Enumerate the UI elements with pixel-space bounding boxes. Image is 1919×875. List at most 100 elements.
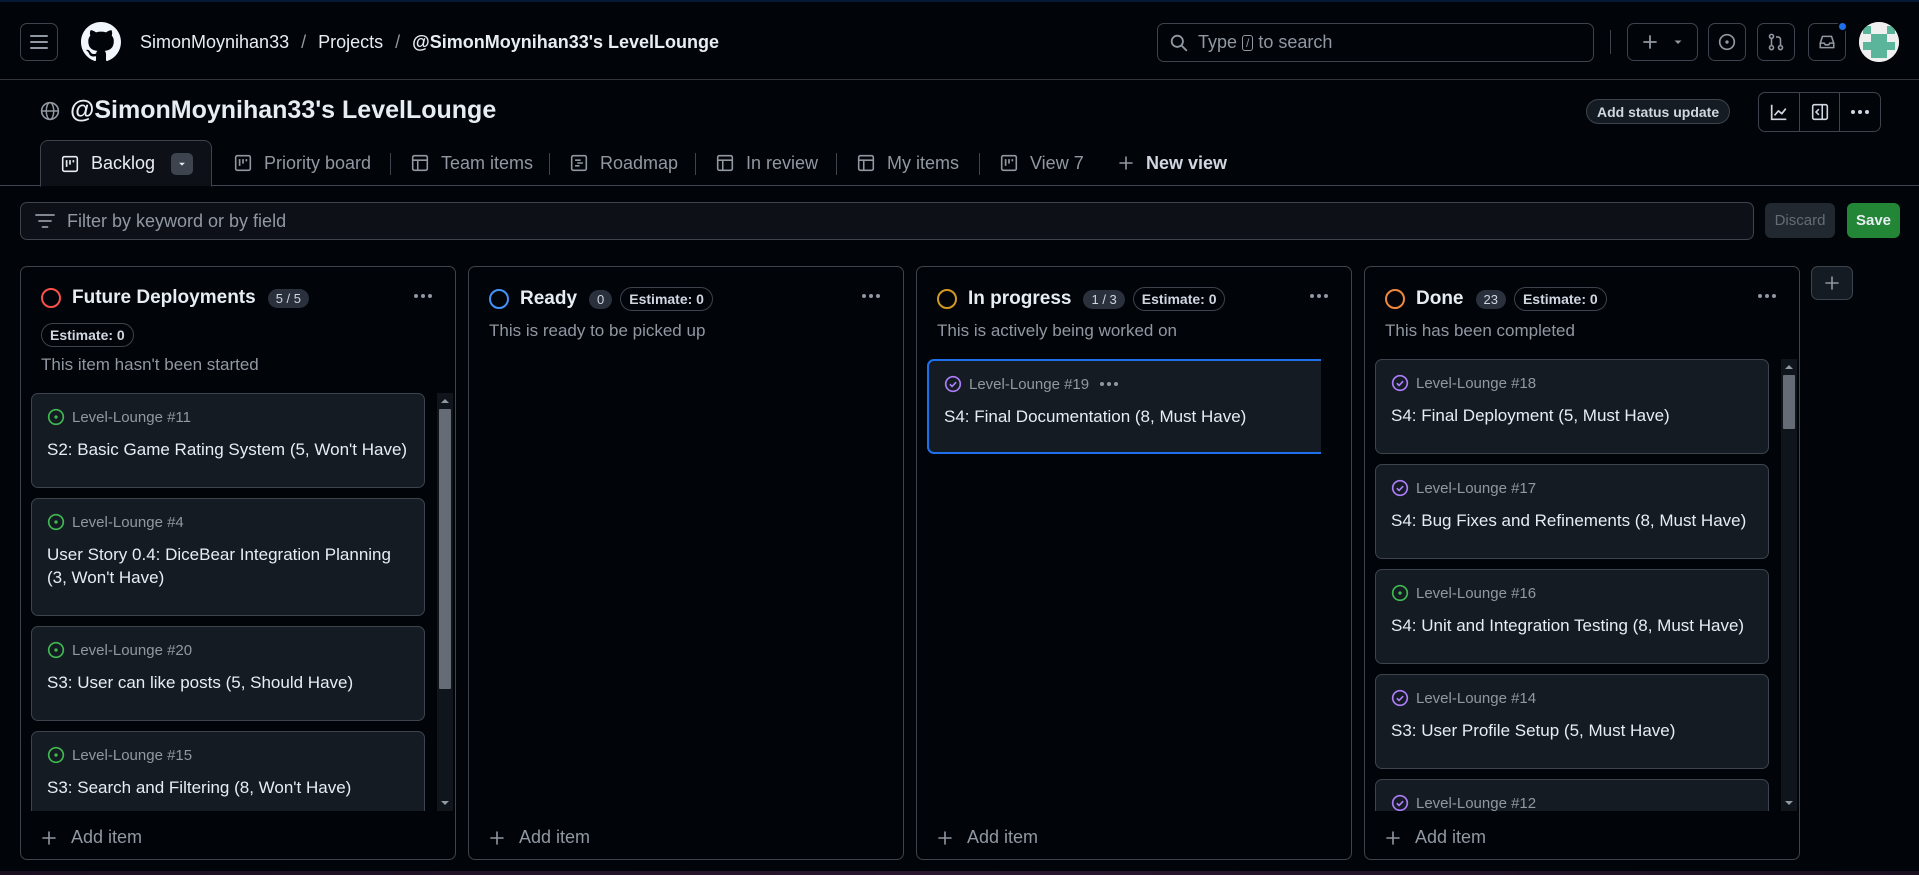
add-item-button[interactable]: Add item: [41, 827, 142, 848]
search-input[interactable]: Type / to search: [1157, 23, 1594, 62]
scroll-up-icon: [1785, 365, 1793, 369]
add-item-button[interactable]: Add item: [1385, 827, 1486, 848]
issue-reference: Level-Lounge #16: [1391, 584, 1536, 602]
issue-title[interactable]: S3: Search and Filtering (8, Won't Have): [47, 776, 409, 799]
issue-card[interactable]: Level-Lounge #18 S4: Final Deployment (5…: [1375, 359, 1769, 454]
breadcrumb-projects[interactable]: Projects: [318, 32, 383, 53]
inbox-button[interactable]: [1808, 21, 1848, 61]
pull-requests-button[interactable]: [1757, 23, 1795, 61]
filter-icon: [35, 214, 55, 228]
roadmap-icon: [570, 154, 588, 172]
add-column-button[interactable]: [1811, 266, 1853, 300]
issue-reference: Level-Lounge #4: [47, 513, 184, 531]
issue-card[interactable]: Level-Lounge #20 S3: User can like posts…: [31, 626, 425, 721]
tab-options-button[interactable]: [171, 152, 194, 175]
side-panel-button[interactable]: [1800, 93, 1841, 131]
issue-reference: Level-Lounge #19: [944, 375, 1119, 393]
tab-team-items[interactable]: Team items: [411, 140, 533, 186]
issue-title[interactable]: S2: Basic Game Rating System (5, Won't H…: [47, 438, 409, 461]
status-done-icon: [1385, 289, 1405, 309]
notification-dot: [1837, 21, 1848, 32]
column-options-button[interactable]: [413, 293, 433, 299]
issue-open-icon: [47, 408, 65, 426]
column-options-button[interactable]: [1757, 293, 1777, 299]
issue-ref-text: Level-Lounge #4: [72, 513, 184, 531]
tab-roadmap[interactable]: Roadmap: [570, 140, 678, 186]
graph-icon: [1770, 104, 1787, 121]
discard-button[interactable]: Discard: [1765, 203, 1835, 238]
column-estimate: Estimate: 0: [1513, 287, 1607, 311]
add-status-update-button[interactable]: Add status update: [1586, 99, 1731, 124]
sidebar-expand-icon: [1811, 103, 1828, 121]
issue-title[interactable]: S4: Unit and Integration Testing (8, Mus…: [1391, 614, 1753, 637]
issue-card[interactable]: Level-Lounge #16 S4: Unit and Integratio…: [1375, 569, 1769, 664]
plus-icon: [1825, 276, 1839, 290]
scrollbar-thumb[interactable]: [1783, 375, 1795, 429]
card-list: Level-Lounge #19 S4: Final Documentation…: [927, 357, 1321, 457]
column-title: Future Deployments: [72, 287, 256, 308]
issue-card[interactable]: Level-Lounge #12: [1375, 779, 1769, 811]
issue-card[interactable]: Level-Lounge #15 S3: Search and Filterin…: [31, 731, 425, 811]
column-ready: Ready 0 Estimate: 0 This is ready to be …: [468, 266, 904, 860]
issue-closed-icon: [1391, 794, 1409, 811]
issue-title[interactable]: S4: Final Deployment (5, Must Have): [1391, 404, 1753, 427]
tab-label: Roadmap: [600, 152, 679, 173]
kebab-horizontal-icon: [862, 294, 880, 298]
issue-title[interactable]: S4: Bug Fixes and Refinements (8, Must H…: [1391, 509, 1753, 532]
avatar[interactable]: [1859, 22, 1899, 62]
new-view-button[interactable]: New view: [1118, 140, 1227, 186]
filter-input[interactable]: Filter by keyword or by field: [20, 202, 1754, 240]
issue-reference: Level-Lounge #11: [47, 408, 191, 426]
menu-button[interactable]: [20, 23, 58, 61]
table-icon: [857, 154, 875, 172]
status-not-started-icon: [41, 288, 61, 308]
column-scrollbar[interactable]: [437, 393, 453, 811]
issues-button[interactable]: [1708, 23, 1746, 61]
tab-view-7[interactable]: View 7: [1000, 140, 1084, 186]
column-options-button[interactable]: [861, 293, 881, 299]
issue-title[interactable]: User Story 0.4: DiceBear Integration Pla…: [47, 543, 409, 589]
pull-request-icon: [1768, 33, 1784, 51]
project-title: @SimonMoynihan33's LevelLounge: [40, 96, 496, 125]
issue-card[interactable]: Level-Lounge #4 User Story 0.4: DiceBear…: [31, 498, 425, 616]
column-title: Ready: [520, 288, 578, 309]
issue-card[interactable]: Level-Lounge #17 S4: Bug Fixes and Refin…: [1375, 464, 1769, 559]
column-options-button[interactable]: [1309, 293, 1329, 299]
column-description: This is actively being worked on: [937, 321, 1178, 340]
tab-in-review[interactable]: In review: [716, 140, 818, 186]
issue-card[interactable]: Level-Lounge #14 S3: User Profile Setup …: [1375, 674, 1769, 769]
insights-button[interactable]: [1759, 93, 1800, 131]
issue-reference: Level-Lounge #18: [1391, 374, 1536, 392]
issue-title[interactable]: S3: User can like posts (5, Should Have): [47, 671, 409, 694]
column-scrollbar[interactable]: [1781, 359, 1797, 811]
card-options-icon[interactable]: [1099, 381, 1119, 387]
save-button[interactable]: Save: [1847, 203, 1900, 238]
more-options-button[interactable]: [1840, 93, 1880, 131]
add-item-label: Add item: [1415, 827, 1487, 847]
issue-ref-text: Level-Lounge #14: [1416, 689, 1537, 707]
column-description: This has been completed: [1385, 321, 1575, 340]
add-item-button[interactable]: Add item: [489, 827, 590, 848]
window-edge: [0, 871, 1919, 875]
scrollbar-thumb[interactable]: [439, 409, 451, 689]
issue-title[interactable]: S4: Final Documentation (8, Must Have): [944, 405, 1321, 428]
tab-backlog[interactable]: Backlog: [40, 140, 212, 187]
issue-title[interactable]: S3: User Profile Setup (5, Must Have): [1391, 719, 1753, 742]
issue-reference: Level-Lounge #15: [47, 746, 192, 764]
add-item-button[interactable]: Add item: [937, 827, 1038, 848]
kebab-horizontal-icon: [414, 294, 432, 298]
github-logo-icon[interactable]: [81, 22, 121, 62]
breadcrumb-separator: /: [395, 32, 401, 52]
issue-card[interactable]: Level-Lounge #11 S2: Basic Game Rating S…: [31, 393, 425, 488]
issue-reference: Level-Lounge #14: [1391, 689, 1536, 707]
breadcrumb-project[interactable]: @SimonMoynihan33's LevelLounge: [412, 32, 719, 53]
tab-priority-board[interactable]: Priority board: [234, 140, 371, 186]
plus-icon: [1119, 156, 1133, 170]
create-new-button[interactable]: [1627, 23, 1698, 61]
search-placeholder-after: to search: [1258, 32, 1333, 52]
tab-divider: [390, 153, 391, 175]
tab-my-items[interactable]: My items: [857, 140, 959, 186]
issue-card[interactable]: Level-Lounge #19 S4: Final Documentation…: [927, 359, 1321, 454]
issue-open-icon: [47, 513, 65, 531]
breadcrumb-owner[interactable]: SimonMoynihan33: [140, 32, 289, 53]
